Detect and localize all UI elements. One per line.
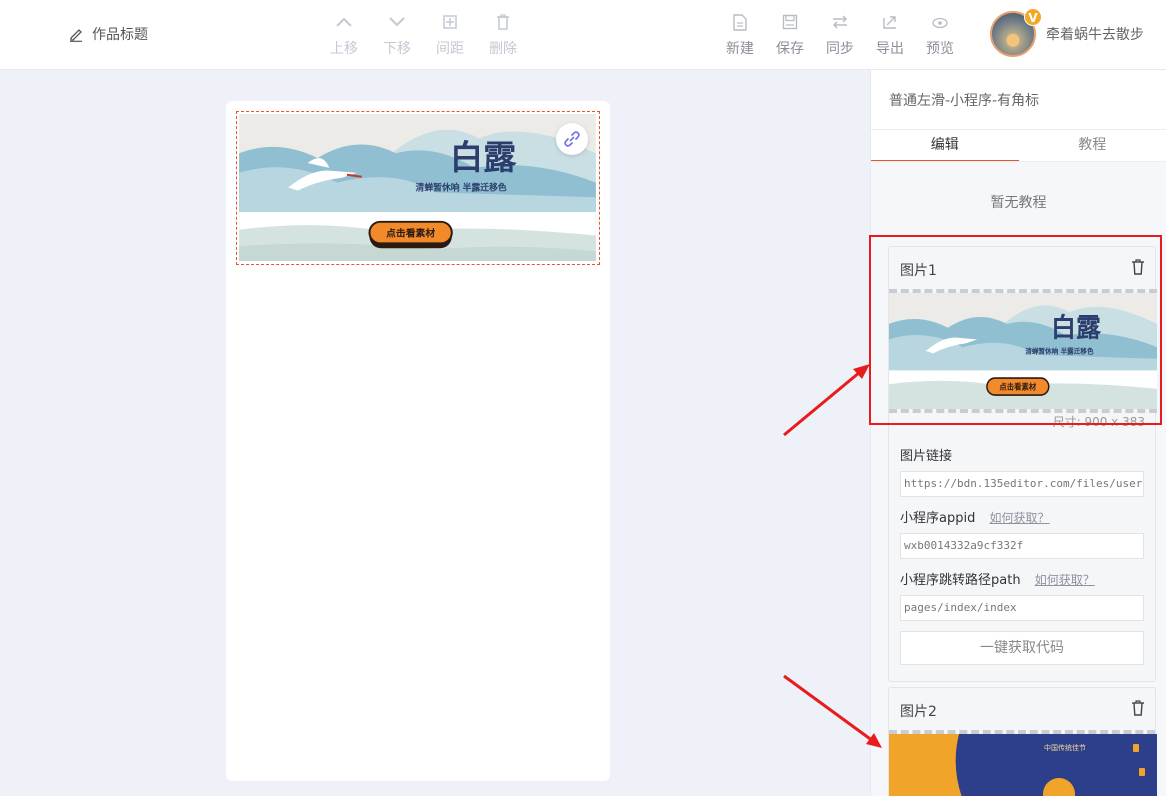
banner-button-text: 点击看素材 (386, 227, 435, 240)
save-icon (768, 14, 812, 34)
chevron-down-icon (375, 14, 419, 34)
preview-button[interactable]: 预览 (918, 14, 962, 58)
arrow-head-icon (853, 364, 870, 379)
image-card-2: 图片2 中国传统佳节 (888, 687, 1157, 796)
sync-button[interactable]: 同步 (818, 14, 862, 58)
highlight-box (869, 235, 1162, 425)
trash-icon (481, 14, 525, 34)
path-help-link[interactable]: 如何获取？ (1035, 573, 1095, 587)
banner-title: 白露 (450, 138, 517, 177)
trash-icon[interactable] (1131, 700, 1145, 716)
banner-image: 白露 清蝉暂休响 半露迁移色 点击看素材 (239, 114, 596, 261)
image-link-input[interactable]: https://bdn.135editor.com/files/users/0/ (900, 471, 1144, 497)
vip-badge: V (1024, 8, 1042, 26)
banner-subtitle: 清蝉暂休响 半露迁移色 (416, 181, 507, 193)
path-label: 小程序跳转路径path (900, 573, 1021, 588)
phone-canvas: 白露 清蝉暂休响 半露迁移色 点击看素材 (226, 101, 610, 781)
work-title[interactable]: 作品标题 (68, 24, 148, 44)
export-icon (868, 14, 912, 34)
top-toolbar: 作品标题 上移 下移 间距 删除 新建 保存 同步 导出 预览 V 牵着蜗牛去散… (0, 0, 1166, 70)
image-link-label: 图片链接 (900, 449, 953, 464)
get-code-button[interactable]: 一键获取代码 (900, 631, 1144, 665)
pencil-icon (70, 29, 82, 42)
delete-button[interactable]: 删除 (481, 14, 525, 58)
tab-tutorial[interactable]: 教程 (1019, 130, 1166, 161)
chevron-up-icon (322, 14, 366, 34)
spacing-button[interactable]: 间距 (428, 14, 472, 58)
username[interactable]: 牵着蜗牛去散步 (1046, 24, 1144, 44)
spacing-icon (428, 14, 472, 34)
eye-icon (918, 14, 962, 34)
panel-tabs: 编辑 教程 (871, 130, 1166, 162)
image-thumbnail-2[interactable]: 中国传统佳节 (889, 734, 1157, 796)
card-title: 图片2 (900, 704, 937, 720)
move-down-button[interactable]: 下移 (375, 14, 419, 58)
work-title-text: 作品标题 (92, 27, 148, 43)
appid-label: 小程序appid (900, 511, 976, 526)
appid-help-link[interactable]: 如何获取？ (989, 511, 1049, 525)
no-tutorial-notice: 暂无教程 (871, 162, 1166, 234)
tab-edit[interactable]: 编辑 (871, 130, 1019, 161)
path-input[interactable]: pages/index/index (900, 595, 1144, 621)
save-button[interactable]: 保存 (768, 14, 812, 58)
selected-banner-block[interactable]: 白露 清蝉暂休响 半露迁移色 点击看素材 (236, 111, 600, 265)
link-icon[interactable] (556, 123, 588, 155)
settings-panel: 普通左滑-小程序-有角标 编辑 教程 暂无教程 图片1 白露 清蝉暂休响 半露迁… (870, 70, 1166, 796)
sync-icon (818, 14, 862, 34)
new-button[interactable]: 新建 (718, 14, 762, 58)
new-doc-icon (718, 14, 762, 34)
move-up-button[interactable]: 上移 (322, 14, 366, 58)
export-button[interactable]: 导出 (868, 14, 912, 58)
thumb-2-text: 中国传统佳节 (1044, 743, 1086, 752)
appid-input[interactable]: wxb0014332a9cf332f (900, 533, 1144, 559)
panel-title: 普通左滑-小程序-有角标 (871, 70, 1166, 130)
